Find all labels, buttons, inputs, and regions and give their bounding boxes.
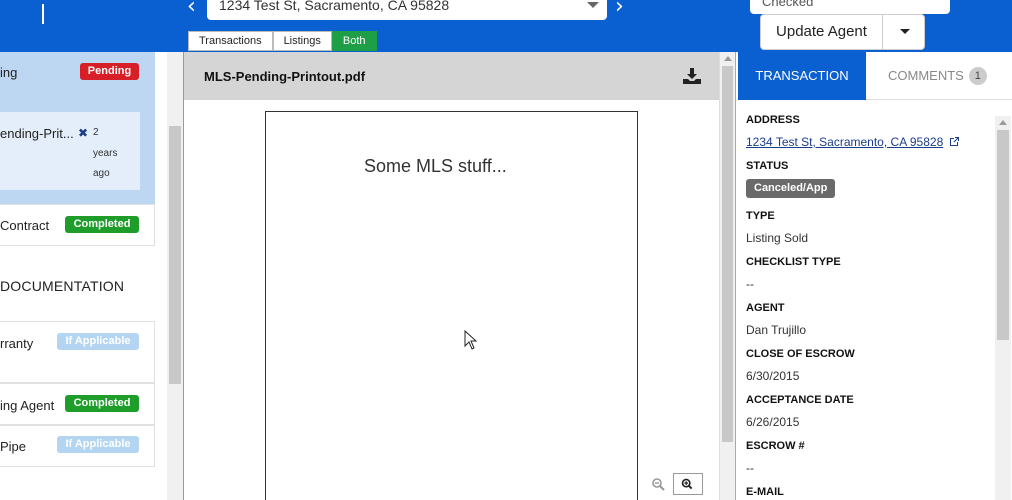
chevron-left-icon[interactable]: ‹ <box>187 0 196 18</box>
if-applicable-badge: If Applicable <box>57 333 139 350</box>
details-scrollbar-thumb[interactable] <box>997 130 1009 340</box>
checklist-row[interactable]: Pipe If Applicable <box>0 425 155 467</box>
viewer-scrollbar-thumb[interactable] <box>722 66 733 442</box>
checklist-row-label: Pipe <box>0 439 27 454</box>
close-of-escrow-value: 6/30/2015 <box>746 369 800 383</box>
completed-badge: Completed <box>65 395 139 412</box>
comment-count-badge: 1 <box>968 67 987 85</box>
status-badge: Canceled/App <box>746 179 836 198</box>
tab-transaction[interactable]: TRANSACTION <box>738 52 866 100</box>
address-link[interactable]: 1234 Test St, Sacramento, CA 95828 <box>746 135 960 149</box>
remove-x-icon[interactable]: ✖ <box>78 126 88 140</box>
caret-down-icon <box>900 29 910 34</box>
pdf-page-text: Some MLS stuff... <box>364 156 507 176</box>
field-label: TYPE <box>746 210 775 222</box>
left-scrollbar[interactable] <box>167 52 183 500</box>
tab-comments-label: COMMENTS <box>888 68 964 83</box>
checklist-row[interactable]: ing Agent Completed <box>0 383 155 425</box>
external-link-icon <box>949 137 959 146</box>
field-label: E-MAIL <box>746 486 784 498</box>
attached-document[interactable]: ending-Prit... ✖ 2 years ago <box>0 112 140 190</box>
field-label: CHECKLIST TYPE <box>746 256 841 268</box>
address-select-value: 1234 Test St, Sacramento, CA 95828 <box>219 0 450 13</box>
download-icon[interactable] <box>683 68 701 84</box>
status-select[interactable]: Checked <box>750 0 950 14</box>
field-label: STATUS <box>746 160 789 172</box>
details-scrollbar[interactable] <box>995 116 1011 500</box>
zoom-in-icon <box>681 478 693 490</box>
filter-transactions-button[interactable]: Transactions <box>188 31 273 51</box>
zoom-out-icon[interactable] <box>648 474 670 494</box>
completed-badge: Completed <box>65 216 139 233</box>
status-select-value: Checked <box>762 0 814 9</box>
address-link-text: 1234 Test St, Sacramento, CA 95828 <box>746 135 944 149</box>
checklist-row[interactable]: rranty If Applicable <box>0 321 155 383</box>
type-value: Listing Sold <box>746 231 809 245</box>
chevron-down-icon <box>587 2 599 8</box>
field-label: CLOSE OF ESCROW <box>746 348 855 360</box>
update-agent-group: Update Agent <box>760 14 925 50</box>
escrow-number-value: -- <box>746 461 754 475</box>
section-heading: DOCUMENTATION <box>0 278 125 294</box>
checklist-row-label: Contract <box>0 218 50 233</box>
top-bar-divider <box>42 4 44 24</box>
viewer-scrollbar[interactable] <box>719 52 735 500</box>
checklist-panel: ing Pending ending-Prit... ✖ 2 years ago… <box>0 52 167 500</box>
document-title: MLS-Pending-Printout.pdf <box>204 69 366 84</box>
document-age: 2 <box>93 127 99 138</box>
document-name: ending-Prit... <box>0 126 74 141</box>
checklist-row-label: ing Agent <box>0 398 55 413</box>
if-applicable-badge: If Applicable <box>57 436 139 453</box>
field-label: ESCROW # <box>746 440 805 452</box>
zoom-in-button[interactable] <box>673 473 703 495</box>
filter-listings-button[interactable]: Listings <box>272 31 332 51</box>
checklist-row-label: rranty <box>0 336 34 351</box>
scroll-up-arrow-icon[interactable] <box>724 56 732 61</box>
address-select[interactable]: 1234 Test St, Sacramento, CA 95828 <box>207 0 607 20</box>
chevron-right-icon[interactable]: › <box>615 0 624 18</box>
update-agent-button[interactable]: Update Agent <box>761 15 883 49</box>
left-scrollbar-thumb[interactable] <box>169 126 181 384</box>
document-age-suffix: ago <box>93 168 110 179</box>
document-viewer: MLS-Pending-Printout.pdf Some MLS stuff.… <box>183 52 719 500</box>
field-label: ADDRESS <box>746 114 800 126</box>
top-bar: ‹ 1234 Test St, Sacramento, CA 95828 › T… <box>0 0 1012 52</box>
document-age-unit: years <box>93 148 118 159</box>
checklist-type-value: -- <box>746 277 754 291</box>
checklist-item-label: ing <box>0 65 18 80</box>
viewer-header: MLS-Pending-Printout.pdf <box>184 52 719 100</box>
pdf-page: Some MLS stuff... <box>265 111 638 500</box>
field-label: ACCEPTANCE DATE <box>746 394 854 406</box>
record-type-filter: Transactions Listings Both <box>188 31 377 51</box>
update-agent-dropdown-toggle[interactable] <box>883 15 924 49</box>
field-label: AGENT <box>746 302 785 314</box>
agent-value: Dan Trujillo <box>746 323 807 337</box>
tab-comments[interactable]: COMMENTS 1 <box>866 52 1012 100</box>
filter-both-button[interactable]: Both <box>331 31 377 51</box>
pending-badge: Pending <box>80 63 139 80</box>
scroll-up-arrow-icon[interactable] <box>999 120 1007 125</box>
selected-checklist-item[interactable]: ing Pending ending-Prit... ✖ 2 years ago <box>0 52 155 204</box>
details-panel: TRANSACTION COMMENTS 1 ADDRESS 1234 Test … <box>735 52 1012 500</box>
acceptance-date-value: 6/26/2015 <box>746 415 800 429</box>
checklist-row[interactable]: Contract Completed <box>0 204 155 246</box>
mouse-pointer-icon <box>464 330 478 350</box>
